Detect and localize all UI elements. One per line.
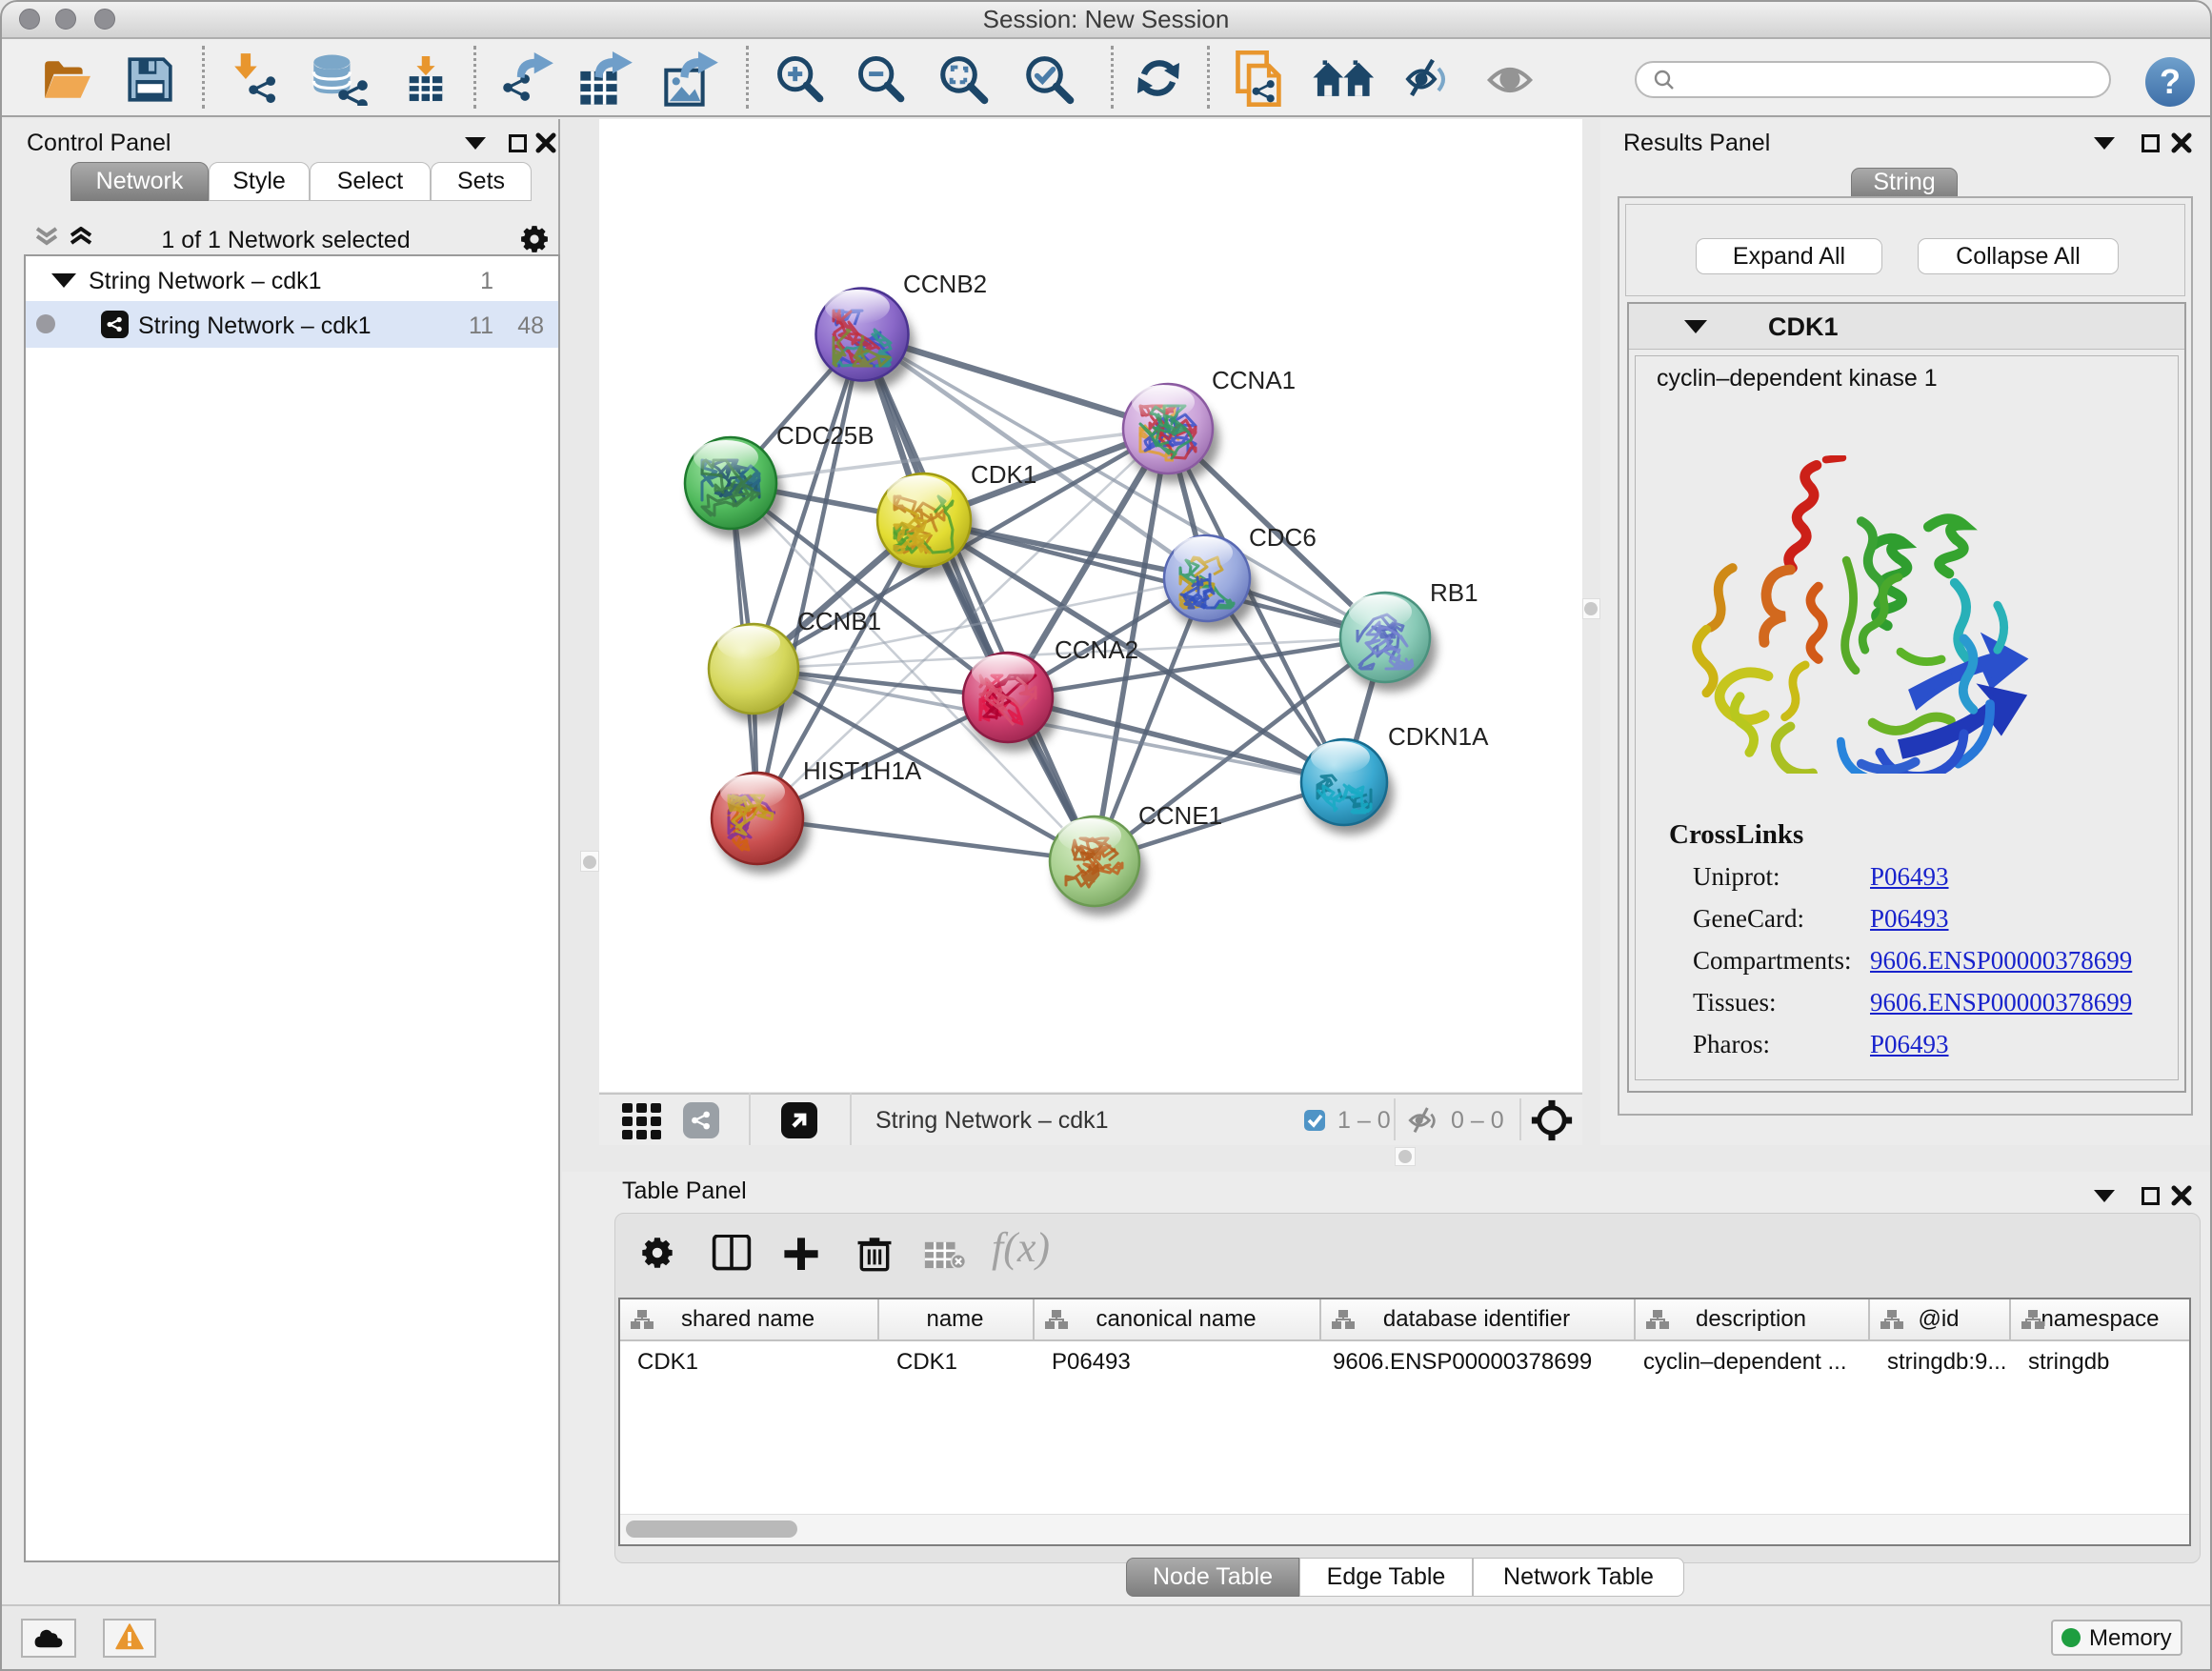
svg-text:CCNB2: CCNB2 (903, 270, 987, 298)
svg-text:CCNA2: CCNA2 (1055, 635, 1138, 664)
svg-text:CCNE1: CCNE1 (1138, 801, 1222, 830)
svg-text:CDC6: CDC6 (1249, 523, 1317, 552)
svg-text:CDC25B: CDC25B (776, 421, 875, 450)
svg-text:CCNA1: CCNA1 (1212, 366, 1296, 394)
svg-text:CCNB1: CCNB1 (797, 607, 881, 635)
svg-text:RB1: RB1 (1430, 578, 1478, 607)
svg-text:HIST1H1A: HIST1H1A (803, 756, 922, 785)
svg-text:CDKN1A: CDKN1A (1388, 722, 1489, 751)
svg-text:CDK1: CDK1 (971, 460, 1036, 489)
